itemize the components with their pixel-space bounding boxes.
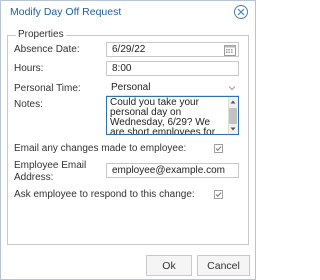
cancel-button[interactable]: Cancel [197, 255, 250, 276]
employee-email-input[interactable]: employee@example.com [106, 163, 239, 178]
employee-email-value: employee@example.com [112, 165, 225, 176]
ask-employee-checkbox[interactable] [214, 190, 223, 199]
hours-label: Hours: [14, 63, 44, 74]
hours-value: 8:00 [112, 63, 132, 74]
hours-input[interactable]: 8:00 [106, 61, 239, 76]
notes-textarea[interactable]: Could you take your personal day on Wedn… [106, 96, 239, 135]
absence-date-value: 6/29/22 [112, 44, 146, 55]
chevron-down-icon[interactable] [228, 84, 236, 92]
absence-date-input[interactable]: 6/29/22 [106, 42, 239, 57]
dialog-title: Modify Day Off Request [10, 6, 122, 18]
scroll-up-arrow-icon[interactable] [229, 98, 237, 106]
personal-time-select[interactable]: Personal [106, 81, 239, 96]
close-icon[interactable] [234, 5, 248, 19]
properties-legend: Properties [16, 29, 66, 40]
absence-date-label: Absence Date: [14, 44, 80, 55]
scroll-down-arrow-icon[interactable] [229, 125, 237, 133]
email-changes-label: Email any changes made to employee: [14, 143, 187, 154]
notes-scrollbar[interactable] [228, 97, 238, 134]
notes-label: Notes: [14, 99, 43, 110]
ask-employee-label: Ask employee to respond to this change: [14, 189, 195, 200]
employee-email-label-line2: Address: [14, 172, 54, 183]
ok-button[interactable]: Ok [146, 255, 192, 276]
personal-time-value: Personal [111, 82, 151, 93]
personal-time-label: Personal Time: [14, 83, 81, 94]
dialog-titlebar: Modify Day Off Request [1, 1, 255, 23]
employee-email-label-line1: Employee Email [14, 160, 87, 171]
notes-value: Could you take your personal day on Wedn… [110, 97, 216, 135]
calendar-icon[interactable] [224, 44, 236, 56]
scroll-thumb[interactable] [229, 108, 237, 124]
email-changes-checkbox[interactable] [214, 144, 223, 153]
modify-day-off-dialog: Modify Day Off Request Properties Absenc… [0, 0, 256, 280]
